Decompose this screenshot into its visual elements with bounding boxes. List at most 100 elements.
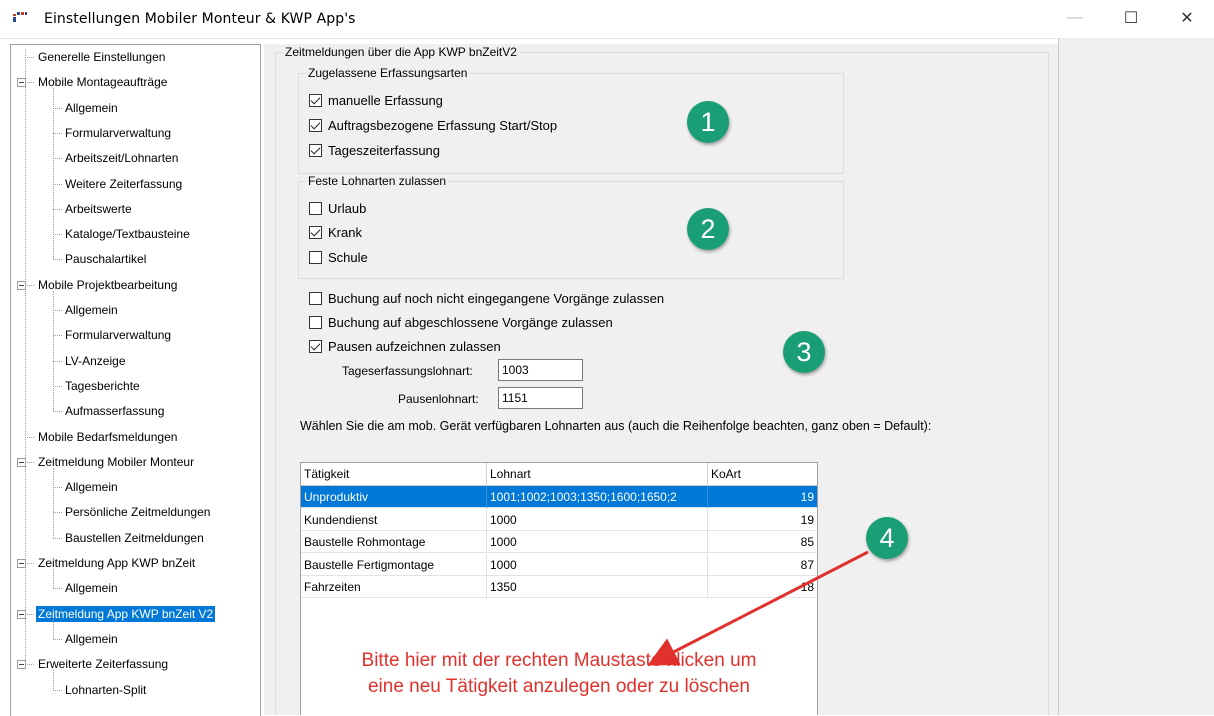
tree-item[interactable]: Persönliche Zeitmeldungen — [63, 502, 212, 522]
option-schule[interactable]: Schule — [309, 248, 368, 266]
tree-item-label: Allgemein — [65, 303, 118, 317]
checkbox[interactable] — [309, 339, 322, 353]
option-auftragsbezogene-erfassung[interactable]: Auftragsbezogene Erfassung Start/Stop — [309, 116, 557, 134]
tree-item-label: Zeitmeldung App KWP bnZeit V2 — [36, 605, 216, 622]
checkbox[interactable] — [309, 118, 322, 132]
table-row[interactable]: Unproduktiv 1001;1002;1003;1350;1600;1650… — [301, 486, 817, 508]
checkbox[interactable] — [309, 93, 322, 107]
tree-item[interactable]: Zeitmeldung Mobiler Monteur — [36, 452, 196, 472]
tree-item[interactable]: Mobile Montageaufträge — [36, 72, 169, 92]
minimize-button[interactable]: — — [1052, 0, 1098, 36]
checkbox[interactable] — [309, 250, 322, 264]
tree-connector — [53, 132, 62, 134]
tree-item-label: Erweiterte Zeiterfassung — [38, 657, 169, 672]
checkbox[interactable] — [309, 291, 322, 305]
tree-item-label: Allgemein — [65, 581, 118, 596]
table-cell-lohnart: 1000 — [487, 553, 708, 576]
right-pane — [1059, 38, 1214, 715]
tree-connector — [53, 310, 62, 311]
tree-item[interactable]: Formularverwaltung — [63, 325, 173, 345]
column-header-taetigkeit[interactable]: Tätigkeit — [301, 463, 487, 485]
section-title: Zeitmeldungen über die App KWP bnZeitV2 — [283, 45, 519, 59]
tree-item-label: Formularverwaltung — [65, 125, 172, 140]
tree-connector — [25, 284, 34, 286]
tree-item[interactable]: Aufmasserfassung — [63, 401, 166, 421]
erfassungsarten-title: Zugelassene Erfassungsarten — [306, 66, 470, 80]
tree-item[interactable]: Baustellen Zeitmeldungen — [63, 528, 206, 548]
tageserfassungslohnart-input[interactable]: 1003 — [498, 359, 583, 381]
checkbox[interactable] — [309, 143, 322, 157]
option-tageszeiterfassung[interactable]: Tageszeiterfassung — [309, 141, 440, 159]
table-cell-koart: 87 — [800, 557, 814, 572]
tree-connector — [53, 158, 62, 160]
tree-item[interactable]: Mobile Projektbearbeitung — [36, 275, 179, 295]
checkbox-label: Buchung auf noch nicht eingegangene Vorg… — [328, 290, 665, 306]
pausenlohnart-input[interactable]: 1151 — [498, 387, 583, 409]
table-cell-lohnart: 1000 — [487, 508, 708, 531]
tree-item[interactable]: Generelle Einstellungen — [36, 47, 167, 67]
checkbox[interactable] — [309, 225, 322, 239]
table-row[interactable]: Baustelle Fertigmontage 1000 87 — [301, 553, 817, 576]
column-header-koart[interactable]: KoArt — [708, 463, 817, 485]
tree-connector — [53, 670, 54, 690]
lohnarten-group — [298, 181, 844, 279]
tree-connector — [25, 82, 34, 84]
tree-connector — [25, 57, 34, 58]
tree-connector — [53, 360, 62, 362]
tree-item-label: Tagesberichte — [65, 378, 140, 393]
tree-item[interactable]: Arbeitszeit/Lohnarten — [63, 148, 180, 168]
table-row[interactable]: Baustelle Rohmontage 1000 85 — [301, 531, 817, 553]
tree-connector — [53, 512, 62, 514]
tree-item[interactable]: Pauschalartikel — [63, 249, 148, 269]
option-manuelle-erfassung[interactable]: manuelle Erfassung — [309, 91, 443, 109]
table-row[interactable]: Fahrzeiten 1350 18 — [301, 576, 817, 598]
tree-item[interactable]: Allgemein — [63, 629, 120, 649]
checkbox[interactable] — [309, 315, 322, 329]
callout-badge-1: 1 — [687, 101, 729, 143]
close-button[interactable]: ✕ — [1164, 0, 1210, 36]
table-cell-taetigkeit: Kundendienst — [301, 508, 487, 531]
option-urlaub[interactable]: Urlaub — [309, 199, 366, 217]
tree-item-label: Formularverwaltung — [65, 328, 172, 343]
tree-item[interactable]: Arbeitswerte — [63, 199, 134, 219]
tree-item-label: Kataloge/Textbausteine — [65, 227, 190, 242]
option-krank[interactable]: Krank — [309, 223, 362, 241]
tree-connector — [53, 234, 62, 236]
tree-item[interactable]: Erweiterte Zeiterfassung — [36, 654, 170, 674]
option-buchung-nicht-eingegangen[interactable]: Buchung auf noch nicht eingegangene Vorg… — [309, 289, 664, 307]
instruction-text: Wählen Sie die am mob. Gerät verfügbaren… — [300, 419, 932, 433]
table-cell-koart: 18 — [800, 580, 814, 594]
tree-item[interactable]: Lohnarten-Split — [63, 680, 148, 700]
tree-item[interactable]: Formularverwaltung — [63, 123, 173, 143]
tree-item[interactable]: Weitere Zeiterfassung — [63, 174, 184, 194]
tree-connector — [53, 290, 54, 412]
tree-item[interactable]: Allgemein — [63, 578, 120, 598]
tree-connector — [53, 411, 62, 413]
column-header-lohnart[interactable]: Lohnart — [487, 463, 708, 485]
tree-connector — [53, 107, 62, 109]
tree-item[interactable]: Allgemein — [63, 98, 120, 118]
tree-item[interactable]: Kataloge/Textbausteine — [63, 224, 192, 244]
tree-item[interactable]: LV-Anzeige — [63, 351, 128, 371]
option-pausen-aufzeichnen[interactable]: Pausen aufzeichnen zulassen — [309, 337, 501, 355]
checkbox-label: Auftragsbezogene Erfassung Start/Stop — [328, 117, 558, 133]
settings-tree[interactable]: Generelle Einstellungen Mobile Montageauf… — [10, 44, 261, 716]
tree-item[interactable]: Mobile Bedarfsmeldungen — [36, 427, 179, 447]
annotation-line-1: Bitte hier mit der rechten Maustaste kli… — [361, 650, 757, 671]
tree-item-label: Pauschalartikel — [65, 252, 147, 267]
checkbox[interactable] — [309, 201, 322, 215]
tree-item[interactable]: Zeitmeldung App KWP bnZeit — [36, 553, 197, 573]
table-row[interactable]: Kundendienst 1000 19 — [301, 508, 817, 531]
lohnarten-title: Feste Lohnarten zulassen — [306, 174, 449, 188]
tree-item[interactable]: Allgemein — [63, 477, 120, 497]
tree-item-label: LV-Anzeige — [65, 353, 126, 368]
maximize-button[interactable]: ☐ — [1108, 0, 1154, 36]
tree-item[interactable]: Tagesberichte — [63, 376, 142, 396]
tree-item[interactable]: Zeitmeldung App KWP bnZeit V2 — [36, 604, 216, 624]
checkbox-label: Urlaub — [328, 200, 367, 216]
tree-connector — [53, 638, 62, 640]
tree-item[interactable]: Allgemein — [63, 300, 120, 320]
table-cell-taetigkeit: Baustelle Rohmontage — [301, 531, 487, 553]
option-buchung-abgeschlossen[interactable]: Buchung auf abgeschlossene Vorgänge zula… — [309, 313, 613, 331]
pausenlohnart-label: Pausenlohnart: — [398, 392, 479, 406]
